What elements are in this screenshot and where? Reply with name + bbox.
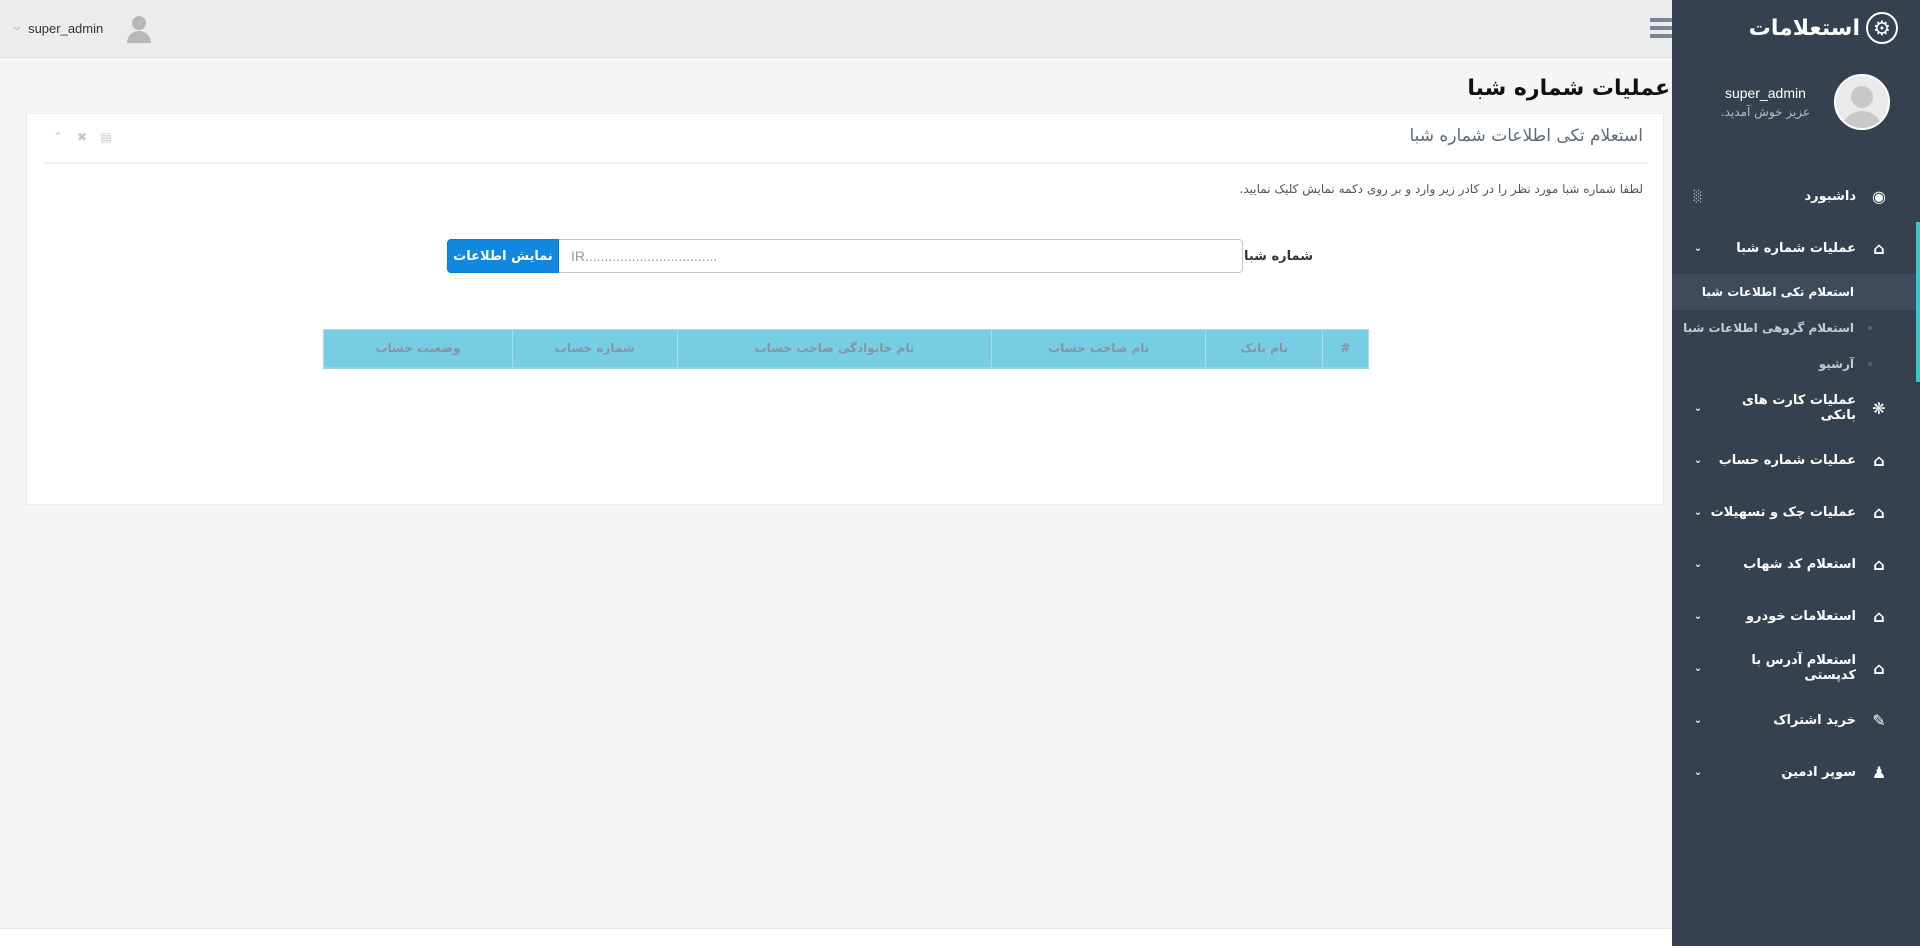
home-icon: ⌂ <box>1873 658 1885 678</box>
sidebar: ⚙ استعلامات super_admin عزیز خوش آمدید. … <box>1672 0 1920 946</box>
chevron-down-icon: ⌄ <box>1693 454 1703 466</box>
edit-icon: ✎ <box>1872 710 1886 730</box>
close-icon[interactable]: ✖ <box>75 130 89 144</box>
column-header-index: # <box>1322 329 1369 369</box>
portlet-tools: ⌃ ✖ ▤ <box>51 130 113 144</box>
submenu-item-group-sheba[interactable]: استعلام گروهی اطلاعات شبا <box>1672 310 1916 346</box>
portlet-title: استعلام تکی اطلاعات شماره شبا <box>1409 126 1643 146</box>
dashboard-icon: ◉ <box>1872 186 1886 206</box>
chevron-down-icon: ⌄ <box>1693 662 1703 674</box>
sidebar-item-label: داشبورد <box>1804 188 1856 204</box>
document-icon[interactable]: ▤ <box>99 130 113 144</box>
page-title: عملیات شماره شبا <box>1467 76 1670 101</box>
sidebar-item-vehicle[interactable]: ⌂ استعلامات خودرو ⌄ <box>1672 590 1920 642</box>
result-table: # نام بانک نام صاحب حساب نام خانوادگی صا… <box>323 329 1369 369</box>
sidebar-item-label: عملیات چک و تسهیلات <box>1710 504 1856 520</box>
submenu-item-single-sheba[interactable]: استعلام تکی اطلاعات شبا <box>1672 274 1916 310</box>
hint-text: لطفا شماره شبا مورد نظر را در کادر زیر و… <box>1239 182 1643 196</box>
chevron-down-icon: ⌄ <box>1693 242 1703 254</box>
sheba-label: شماره شبا: <box>1238 249 1313 264</box>
column-header-owner-name: نام صاحب حساب <box>991 329 1207 369</box>
column-header-bank: نام بانک <box>1205 329 1324 369</box>
submenu-item-label: استعلام تکی اطلاعات شبا <box>1701 285 1854 299</box>
sidebar-item-label: سوپر ادمین <box>1781 764 1856 780</box>
brand[interactable]: ⚙ استعلامات <box>1672 0 1920 56</box>
sidebar-item-bank-cards[interactable]: ❋ عملیات کارت های بانکی ⌄ <box>1672 382 1920 434</box>
welcome-text: عزیز خوش آمدید. <box>1720 105 1810 119</box>
top-username: super_admin <box>28 20 104 36</box>
sidebar-item-subscription[interactable]: ✎ خرید اشتراک ⌄ <box>1672 694 1920 746</box>
sidebar-item-postal-address[interactable]: ⌂ استعلام آدرس با کدپستی ⌄ <box>1672 642 1920 694</box>
home-icon: ⌂ <box>1873 554 1885 574</box>
sidebar-user: super_admin عزیز خوش آمدید. <box>1672 56 1920 148</box>
user-icon: ♟ <box>1871 762 1887 782</box>
top-bar: ⌵ super_admin <box>0 0 1672 58</box>
footer <box>0 928 1672 946</box>
sheba-input[interactable] <box>559 239 1243 273</box>
show-info-button[interactable]: نمایش اطلاعات <box>447 239 559 273</box>
home-icon: ⌂ <box>1873 238 1885 258</box>
bug-icon: ❋ <box>1872 398 1886 418</box>
chevron-down-icon: ⌄ <box>1693 766 1703 778</box>
sidebar-group-sheba: ⌂ عملیات شماره شبا ⌄ استعلام تکی اطلاعات… <box>1672 222 1920 382</box>
bar-chart-icon: ░ <box>1693 189 1703 203</box>
portlet: استعلام تکی اطلاعات شماره شبا ⌃ ✖ ▤ لطفا… <box>26 113 1664 505</box>
sheba-form: شماره شبا: نمایش اطلاعات <box>27 239 1663 275</box>
sidebar-item-cheque-loans[interactable]: ⌂ عملیات چک و تسهیلات ⌄ <box>1672 486 1920 538</box>
chevron-down-icon: ⌄ <box>1693 402 1703 414</box>
sidebar-item-label: استعلامات خودرو <box>1745 608 1856 624</box>
sidebar-item-account-number[interactable]: ⌂ عملیات شماره حساب ⌄ <box>1672 434 1920 486</box>
sidebar-item-label: عملیات شماره شبا <box>1736 240 1856 256</box>
menu-toggle-icon[interactable] <box>1650 18 1672 38</box>
chevron-down-icon: ⌄ <box>1693 714 1703 726</box>
table-header-row: # نام بانک نام صاحب حساب نام خانوادگی صا… <box>323 329 1369 369</box>
submenu-item-label: استعلام گروهی اطلاعات شبا <box>1683 321 1854 335</box>
home-icon: ⌂ <box>1873 502 1885 522</box>
chevron-down-icon: ⌄ <box>1693 506 1703 518</box>
sidebar-item-super-admin[interactable]: ♟ سوپر ادمین ⌄ <box>1672 746 1920 798</box>
user-menu[interactable]: ⌵ super_admin <box>14 14 153 43</box>
sidebar-username: super_admin <box>1724 85 1806 101</box>
chevron-down-icon: ⌵ <box>14 23 21 32</box>
chevron-down-icon: ⌄ <box>1693 558 1703 570</box>
brand-title: استعلامات <box>1748 15 1860 41</box>
sidebar-item-label: استعلام آدرس با کدپستی <box>1751 653 1856 683</box>
column-header-owner-family: نام خانوادگی صاحب حساب <box>676 329 993 369</box>
sidebar-menu: ◉ داشبورد ░ ⌂ عملیات شماره شبا ⌄ استعلام… <box>1672 170 1920 798</box>
collapse-icon[interactable]: ⌃ <box>51 130 65 144</box>
sidebar-item-sheba[interactable]: ⌂ عملیات شماره شبا ⌄ <box>1672 222 1916 274</box>
sidebar-item-label: خرید اشتراک <box>1773 712 1856 728</box>
gear-icon: ⚙ <box>1866 12 1898 44</box>
home-icon: ⌂ <box>1873 606 1885 626</box>
sheba-input-group: نمایش اطلاعات <box>447 239 1243 273</box>
chevron-down-icon: ⌄ <box>1693 610 1703 622</box>
sidebar-item-label: عملیات کارت های بانکی <box>1741 393 1856 423</box>
submenu: استعلام تکی اطلاعات شبا استعلام گروهی اط… <box>1672 274 1916 382</box>
column-header-account-status: وضعیت حساب <box>323 329 513 369</box>
avatar <box>1834 74 1890 130</box>
sidebar-item-shahab-code[interactable]: ⌂ استعلام کد شهاب ⌄ <box>1672 538 1920 590</box>
column-header-account-number: شماره حساب <box>511 329 678 369</box>
sidebar-item-label: عملیات شماره حساب <box>1718 452 1856 468</box>
sidebar-item-label: استعلام کد شهاب <box>1743 556 1856 572</box>
sidebar-item-dashboard[interactable]: ◉ داشبورد ░ <box>1672 170 1920 222</box>
main-content: عملیات شماره شبا استعلام تکی اطلاعات شما… <box>0 58 1672 928</box>
home-icon: ⌂ <box>1873 450 1885 470</box>
submenu-item-label: آرشیو <box>1818 357 1854 371</box>
submenu-item-archive[interactable]: آرشیو <box>1672 346 1916 382</box>
portlet-header: استعلام تکی اطلاعات شماره شبا ⌃ ✖ ▤ <box>43 114 1647 164</box>
avatar-icon <box>125 14 153 43</box>
